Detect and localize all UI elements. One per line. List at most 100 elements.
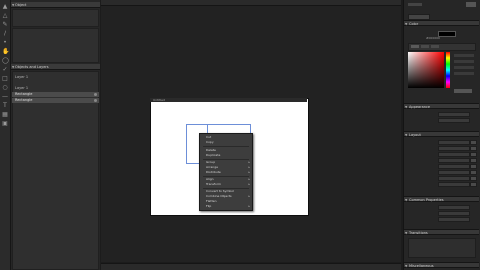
r-field[interactable]	[454, 54, 474, 57]
visibility-eye-icon[interactable]	[94, 99, 97, 102]
a-field[interactable]	[454, 72, 474, 75]
pen-tool-icon[interactable]: ✎	[2, 22, 8, 28]
property-field[interactable]	[438, 146, 470, 151]
status-bar	[101, 263, 401, 270]
control-tool-icon[interactable]: ▣	[2, 121, 8, 127]
transitions-section-header[interactable]: ▼ Transitions	[404, 229, 479, 235]
property-row	[404, 182, 479, 187]
layout-section-header[interactable]: ▼ Layout	[404, 131, 479, 137]
property-row	[404, 164, 479, 169]
pan-tool-icon[interactable]: ✋	[2, 49, 9, 55]
object-panel-title: Object	[15, 3, 27, 7]
collapse-triangle-icon: ▼	[405, 231, 408, 235]
color-section-header[interactable]: ▼ Color	[404, 20, 479, 26]
property-button[interactable]	[470, 164, 477, 169]
menu-item-distribute[interactable]: Distribute ▸	[200, 170, 252, 175]
context-menu: Cut Copy Delete Duplicate Group ▸ Arrange…	[199, 133, 253, 211]
object-panel-header[interactable]: ▼ Object	[11, 2, 100, 8]
collapse-triangle-icon[interactable]: ▼	[12, 2, 14, 8]
property-row	[404, 118, 479, 123]
direct-select-tool-icon[interactable]: △	[2, 13, 8, 19]
hue-slider[interactable]	[446, 52, 450, 88]
rectangle-tool-icon[interactable]: □	[2, 76, 8, 82]
menu-item-flip[interactable]: Flip ▸	[200, 204, 252, 209]
property-button[interactable]	[470, 182, 477, 187]
g-field[interactable]	[454, 60, 474, 63]
text-tool-icon[interactable]: T	[2, 103, 8, 109]
property-field[interactable]	[438, 217, 470, 222]
layers-panel-title: Objects and Layers	[15, 65, 49, 69]
line-tool-icon[interactable]: —	[2, 94, 8, 100]
brush-tool-icon[interactable]: •	[2, 40, 8, 46]
name-field[interactable]	[408, 3, 422, 6]
collapse-triangle-icon: ▼	[405, 133, 408, 137]
tab-solid-brush[interactable]	[411, 45, 419, 48]
property-row	[404, 112, 479, 117]
list-item[interactable]: Rectangle	[12, 98, 99, 103]
eyedropper-tool-icon[interactable]: ✓	[2, 67, 8, 73]
collapse-triangle-icon: ▼	[405, 264, 408, 268]
property-row	[404, 211, 479, 216]
property-button[interactable]	[470, 152, 477, 157]
property-field[interactable]	[438, 164, 470, 169]
property-button[interactable]	[470, 158, 477, 163]
common-properties-section-header[interactable]: ▼ Common Properties	[404, 196, 479, 202]
document-title-bar: Untitled	[150, 98, 307, 102]
tab-gradient-brush[interactable]	[421, 45, 429, 48]
list-item[interactable]: Layer 1	[12, 86, 99, 91]
selection-tool-icon[interactable]: ▲	[2, 4, 8, 10]
property-field[interactable]	[438, 211, 470, 216]
eyedropper-button[interactable]	[454, 89, 472, 93]
property-field[interactable]	[438, 118, 470, 123]
visibility-eye-icon[interactable]	[94, 93, 97, 96]
color-picker-field[interactable]	[408, 52, 444, 88]
left-panel-column: ▼ Object ▼ Objects and Layers Layer 1 La…	[11, 0, 100, 270]
brush-tabs[interactable]	[408, 43, 476, 51]
property-row	[404, 170, 479, 175]
list-item[interactable]: Layer 1	[12, 75, 99, 80]
property-field[interactable]	[438, 176, 470, 181]
property-row	[404, 152, 479, 157]
property-row	[404, 217, 479, 222]
property-button[interactable]	[470, 170, 477, 175]
transitions-list[interactable]	[408, 238, 476, 258]
property-field[interactable]	[438, 158, 470, 163]
menu-item-duplicate[interactable]: Duplicate	[200, 153, 252, 158]
collapse-triangle-icon: ▼	[405, 105, 408, 109]
property-field[interactable]	[438, 112, 470, 117]
object-panel-body	[12, 9, 99, 27]
property-field[interactable]	[438, 152, 470, 157]
collapse-triangle-icon[interactable]: ▼	[12, 64, 14, 70]
menu-separator	[203, 146, 249, 147]
property-button[interactable]	[470, 140, 477, 145]
b-field[interactable]	[454, 66, 474, 69]
layout-tool-icon[interactable]: ▦	[2, 112, 8, 118]
menu-item-copy[interactable]: Copy	[200, 140, 252, 145]
tools-toolbar: ▲ △ ✎ ∕ • ✋ ◯ ✓ □ ○ — T ▦ ▣	[0, 0, 11, 270]
property-row	[404, 176, 479, 181]
pencil-tool-icon[interactable]: ∕	[2, 31, 8, 37]
document-title: Untitled	[153, 98, 165, 102]
property-button[interactable]	[470, 146, 477, 151]
submenu-arrow-icon: ▸	[248, 170, 250, 174]
layers-panel-header[interactable]: ▼ Objects and Layers	[11, 64, 100, 70]
panel-button[interactable]	[466, 2, 476, 7]
zoom-tool-icon[interactable]: ◯	[2, 58, 9, 64]
list-item[interactable]: Rectangle	[12, 92, 99, 97]
submenu-arrow-icon: ▸	[248, 204, 250, 208]
property-field[interactable]	[438, 205, 470, 210]
appearance-section-header[interactable]: ▼ Appearance	[404, 103, 479, 109]
property-row	[404, 205, 479, 210]
property-row	[404, 140, 479, 145]
ellipse-tool-icon[interactable]: ○	[2, 85, 8, 91]
property-button[interactable]	[470, 176, 477, 181]
document-tab-bar	[101, 0, 401, 6]
property-field[interactable]	[438, 182, 470, 187]
menu-item-transform[interactable]: Transform ▸	[200, 182, 252, 187]
property-row	[404, 146, 479, 151]
tab-tile-brush[interactable]	[431, 45, 439, 48]
collapse-triangle-icon: ▼	[405, 22, 408, 26]
miscellaneous-section-header[interactable]: ▼ Miscellaneous	[404, 262, 479, 268]
property-field[interactable]	[438, 140, 470, 145]
property-field[interactable]	[438, 170, 470, 175]
